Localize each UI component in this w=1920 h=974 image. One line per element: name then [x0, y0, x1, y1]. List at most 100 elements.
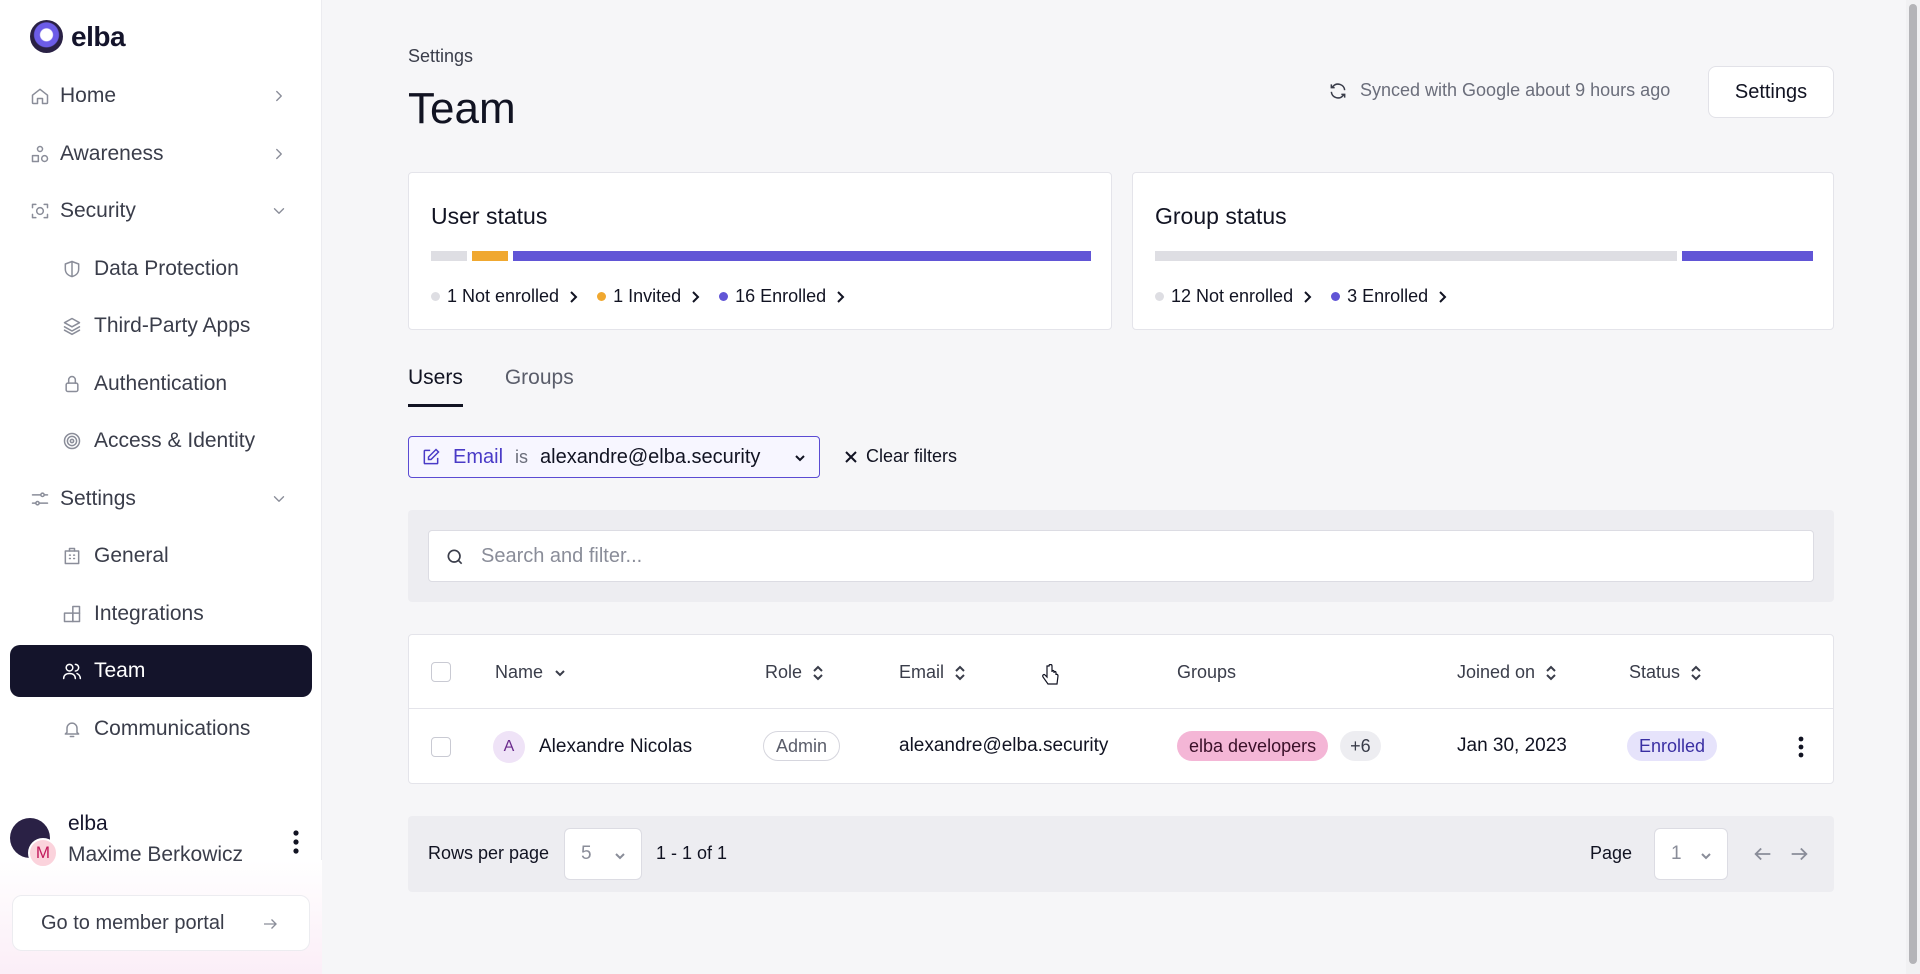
legend-label: 1 Not enrolled — [447, 286, 560, 306]
page-select[interactable]: 1 — [1654, 828, 1728, 880]
blocks-icon — [63, 605, 81, 622]
group-status-card: Group status 12 Not enrolled 3 Enrolled — [1132, 172, 1834, 330]
sync-status: Synced with Google about 9 hours ago — [1328, 80, 1670, 101]
more-vertical-icon[interactable] — [1795, 735, 1807, 759]
dot-enrolled — [719, 292, 729, 301]
tab-groups[interactable]: Groups — [505, 366, 574, 407]
sort-icon — [813, 665, 823, 680]
profile-org-name: elba — [68, 812, 108, 835]
group-badge[interactable]: elba developers — [1177, 731, 1329, 761]
filter-operator: is — [515, 446, 529, 467]
sidebar-item-communications[interactable]: Communications — [10, 703, 312, 755]
column-email[interactable]: Email — [899, 662, 966, 683]
status-badge: Enrolled — [1627, 731, 1718, 761]
column-joined-on[interactable]: Joined on — [1457, 662, 1557, 683]
column-label: Joined on — [1457, 662, 1536, 682]
scan-icon — [31, 203, 49, 219]
rows-per-page-value: 5 — [581, 843, 592, 864]
sort-icon — [1691, 665, 1701, 680]
sidebar-item-settings[interactable]: Settings — [10, 473, 312, 525]
edit-icon — [423, 448, 440, 465]
column-label: Name — [495, 662, 544, 682]
table-header: Name Role Email Groups Joined on Status — [409, 635, 1833, 709]
profile[interactable]: M elba Maxime Berkowicz — [10, 812, 312, 872]
cell-status: Enrolled — [1627, 731, 1718, 761]
legend-invited[interactable]: 1 Invited — [597, 286, 701, 307]
user-status-title: User status — [431, 203, 548, 229]
page-title: Team — [408, 84, 516, 133]
arrow-left-icon[interactable] — [1752, 843, 1774, 865]
logo[interactable]: elba — [30, 20, 126, 53]
chevron-down-icon — [1701, 853, 1711, 860]
column-label: Groups — [1177, 662, 1237, 682]
sidebar-item-integrations[interactable]: Integrations — [10, 588, 312, 640]
column-status[interactable]: Status — [1629, 662, 1702, 683]
users-icon — [62, 663, 82, 680]
user-status-card: User status 1 Not enrolled 1 Invited 16 … — [408, 172, 1112, 330]
row-checkbox[interactable] — [431, 737, 451, 757]
sidebar-item-general[interactable]: General — [10, 530, 312, 582]
scrollbar-thumb[interactable] — [1909, 4, 1917, 964]
breadcrumb[interactable]: Settings — [408, 46, 473, 67]
cell-joined-on: Jan 30, 2023 — [1457, 735, 1567, 757]
legend-enrolled[interactable]: 3 Enrolled — [1331, 286, 1448, 307]
sort-icon — [1546, 665, 1556, 680]
sidebar-item-team[interactable]: Team — [10, 645, 312, 697]
sidebar-item-awareness[interactable]: Awareness — [10, 128, 312, 180]
sidebar-item-third-party-apps[interactable]: Third-Party Apps — [10, 300, 312, 352]
tabs: Users Groups — [408, 366, 574, 407]
chevron-down-icon — [555, 669, 565, 676]
legend-enrolled[interactable]: 16 Enrolled — [719, 286, 846, 307]
legend-not-enrolled[interactable]: 12 Not enrolled — [1155, 286, 1313, 307]
sidebar-item-label: Communications — [94, 716, 251, 740]
email-filter-chip[interactable]: Email is alexandre@elba.security — [408, 436, 820, 478]
fingerprint-icon — [63, 432, 81, 450]
sidebar-item-label: Authentication — [94, 371, 228, 395]
more-vertical-icon[interactable] — [286, 828, 306, 856]
column-name[interactable]: Name — [495, 662, 567, 683]
legend-not-enrolled[interactable]: 1 Not enrolled — [431, 286, 579, 307]
cell-role: Admin — [763, 731, 841, 761]
sidebar-item-security[interactable]: Security — [10, 185, 312, 237]
rows-per-page-select[interactable]: 5 — [564, 828, 642, 880]
sidebar-item-access-identity[interactable]: Access & Identity — [10, 415, 312, 467]
pagination: Rows per page 5 1 - 1 of 1 Page 1 — [408, 816, 1834, 892]
sidebar-item-data-protection[interactable]: Data Protection — [10, 243, 312, 295]
user-avatar: M — [28, 838, 58, 868]
column-role[interactable]: Role — [765, 662, 824, 683]
user-name: Alexandre Nicolas — [539, 736, 693, 757]
arrow-right-icon[interactable] — [1788, 843, 1810, 865]
column-label: Status — [1629, 662, 1681, 682]
table-row[interactable]: A Alexandre Nicolas Admin alexandre@elba… — [409, 709, 1833, 785]
chevron-right-icon — [570, 290, 578, 303]
sidebar-item-home[interactable]: Home — [10, 70, 312, 122]
more-groups-badge[interactable]: +6 — [1340, 731, 1381, 761]
role-badge: Admin — [763, 731, 841, 761]
scrollbar[interactable] — [1906, 0, 1920, 974]
dot-not-enrolled — [1155, 292, 1164, 301]
select-all-checkbox[interactable] — [431, 662, 451, 682]
member-portal-button[interactable]: Go to member portal — [12, 895, 310, 951]
lock-icon — [65, 375, 79, 392]
sidebar-item-authentication[interactable]: Authentication — [10, 358, 312, 410]
home-icon — [31, 88, 49, 105]
filter-value: alexandre@elba.security — [540, 445, 761, 468]
close-icon — [845, 450, 857, 463]
users-table: Name Role Email Groups Joined on Status — [408, 634, 1834, 784]
user-email: alexandre@elba.security — [899, 735, 1109, 756]
sidebar-nav: Home Awareness Security Data Protection … — [10, 70, 312, 760]
column-label: Role — [765, 662, 803, 682]
bar-segment-not-enrolled — [1155, 251, 1678, 261]
chevron-down-icon — [273, 495, 285, 502]
pagination-range: 1 - 1 of 1 — [656, 843, 728, 863]
clear-filters-button[interactable]: Clear filters — [844, 446, 957, 467]
shield-icon — [64, 260, 80, 277]
clear-filters-label: Clear filters — [866, 446, 958, 466]
sidebar-item-label: Security — [60, 199, 136, 222]
refresh-icon[interactable] — [1328, 81, 1348, 101]
sidebar-item-label: Access & Identity — [94, 429, 256, 452]
main-content: Settings Team Synced with Google about 9… — [322, 0, 1920, 974]
settings-button[interactable]: Settings — [1708, 66, 1834, 118]
search-input[interactable]: Search and filter... — [428, 530, 1814, 582]
tab-users[interactable]: Users — [408, 366, 463, 407]
